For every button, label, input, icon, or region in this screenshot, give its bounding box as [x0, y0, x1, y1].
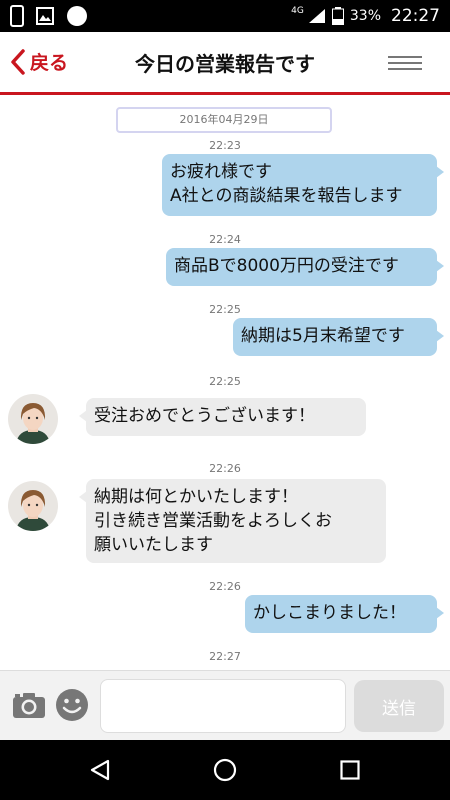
message-bubble-outgoing[interactable]: お疲れ様です A社との商談結果を報告します	[162, 154, 444, 216]
menu-button[interactable]	[388, 54, 422, 72]
system-nav-bar	[0, 740, 450, 800]
smiley-icon	[56, 689, 88, 721]
app-header: 戻る 今日の営業報告です	[0, 32, 450, 92]
message-line: 願いいたします	[94, 535, 213, 555]
signal-icon	[308, 9, 325, 23]
chat-area[interactable]: 2016年04月29日 22:23 お疲れ様です A社との商談結果を報告します …	[0, 95, 450, 670]
nav-recents-button[interactable]	[340, 760, 360, 784]
nav-home-button[interactable]	[213, 758, 237, 786]
status-bar: 4G 33% 22:27	[0, 0, 450, 32]
back-button[interactable]: 戻る	[10, 48, 68, 75]
square-recents-icon	[340, 760, 360, 780]
message-time: 22:25	[209, 375, 241, 388]
chevron-left-icon	[11, 48, 25, 75]
nav-back-button[interactable]	[89, 759, 111, 785]
message-bubble-outgoing[interactable]: 商品Bで8000万円の受注です	[166, 248, 444, 286]
avatar[interactable]	[8, 481, 58, 531]
send-button[interactable]: 送信	[354, 680, 444, 732]
message-line: 引き続き営業活動をよろしくお	[94, 511, 332, 531]
camera-button[interactable]	[12, 691, 46, 723]
message-bubble-outgoing[interactable]: かしこまりました！	[245, 595, 444, 633]
message-time: 22:27	[209, 650, 241, 663]
message-bubble-outgoing[interactable]: 納期は5月末希望です	[233, 318, 444, 356]
message-line: 商品Bで8000万円の受注です	[174, 256, 399, 276]
camera-icon	[13, 693, 45, 718]
message-time: 22:26	[209, 580, 241, 593]
message-time: 22:23	[209, 139, 241, 152]
menu-icon	[388, 56, 422, 58]
battery-icon	[331, 7, 344, 25]
message-line: 受注おめでとうございます！	[94, 406, 315, 426]
message-line: お疲れ様です	[170, 162, 272, 182]
message-bubble-incoming[interactable]: 受注おめでとうございます！	[79, 398, 366, 436]
message-bubble-incoming[interactable]: 納期は何とかいたします！ 引き続き営業活動をよろしくお 願いいたします	[79, 479, 386, 563]
date-separator: 2016年04月29日	[116, 107, 332, 133]
triangle-back-icon	[90, 759, 110, 781]
image-notification-icon	[36, 7, 54, 25]
clock: 22:27	[391, 6, 440, 26]
circle-notification-icon	[67, 6, 87, 26]
message-line: 納期は何とかいたします！	[94, 487, 298, 507]
circle-home-icon	[213, 758, 237, 782]
avatar-portrait-icon	[8, 481, 58, 531]
avatar[interactable]	[8, 394, 58, 444]
message-line: 納期は5月末希望です	[241, 326, 405, 346]
back-label: 戻る	[30, 52, 69, 74]
avatar-portrait-icon	[8, 394, 58, 444]
emoji-button[interactable]	[55, 688, 89, 726]
phone-notification-icon	[10, 5, 24, 27]
message-input[interactable]	[100, 679, 346, 733]
message-input-bar: 送信	[0, 670, 450, 740]
message-time: 22:26	[209, 462, 241, 475]
network-type: 4G	[291, 6, 304, 16]
message-time: 22:24	[209, 233, 241, 246]
message-line: かしこまりました！	[253, 603, 406, 623]
message-line: A社との商談結果を報告します	[170, 186, 403, 206]
battery-percent: 33%	[349, 8, 381, 24]
message-time: 22:25	[209, 303, 241, 316]
